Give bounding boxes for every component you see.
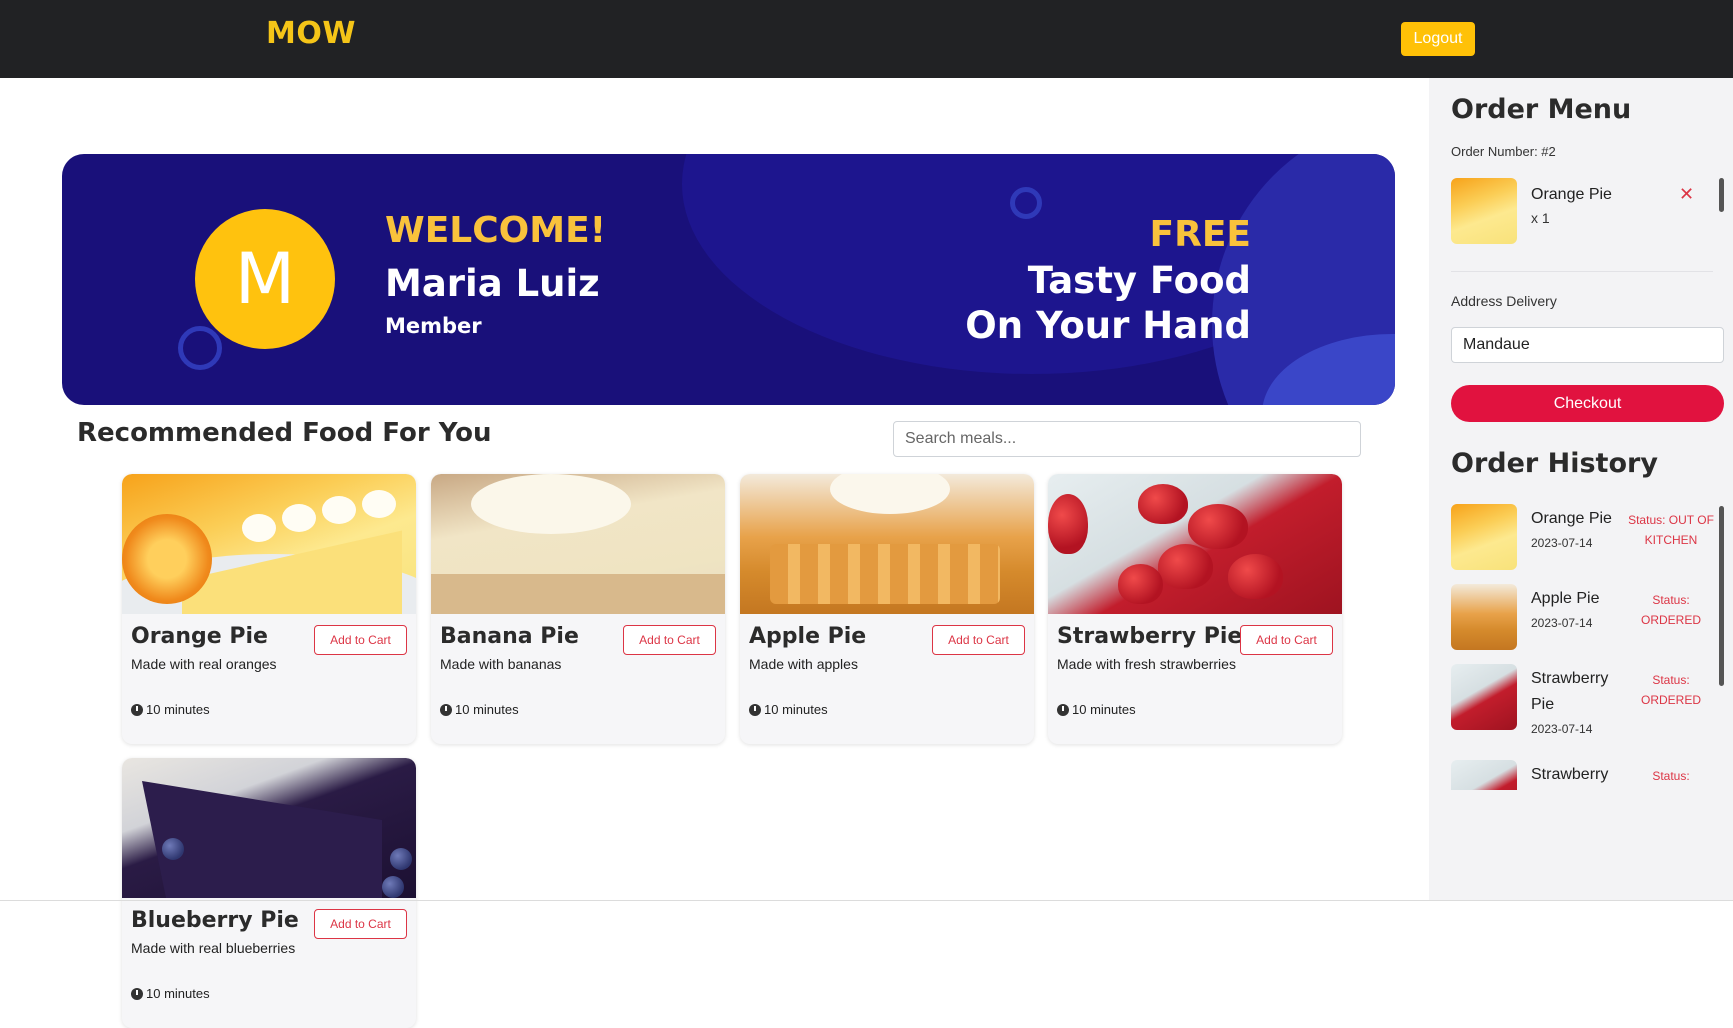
address-label: Address Delivery [1451, 293, 1557, 309]
clock-icon [749, 703, 761, 716]
prep-time: 10 minutes [1057, 702, 1136, 717]
blueberry-pie-image [122, 758, 416, 898]
history-item: Apple Pie 2023-07-14 Status: ORDERED [1451, 584, 1713, 656]
promo-text: Tasty Food On Your Hand [965, 258, 1251, 348]
divider [1451, 271, 1713, 272]
cart-item-quantity: x 1 [1531, 210, 1550, 226]
history-item-thumbnail [1451, 760, 1517, 790]
history-item-status: Status: ORDERED [1640, 673, 1701, 707]
user-name: Maria Luiz [385, 262, 600, 305]
food-description: Made with real oranges [131, 656, 277, 672]
order-menu-title: Order Menu [1451, 94, 1632, 125]
order-sidebar: Order Menu Order Number: #2 Orange Pie x… [1429, 78, 1733, 900]
add-to-cart-button[interactable]: Add to Cart [1240, 625, 1333, 655]
logout-button[interactable]: Logout [1401, 22, 1475, 56]
add-to-cart-button[interactable]: Add to Cart [932, 625, 1025, 655]
order-history-title: Order History [1451, 448, 1658, 479]
add-to-cart-button[interactable]: Add to Cart [623, 625, 716, 655]
prep-time-text: 10 minutes [146, 702, 210, 717]
clock-icon [440, 703, 452, 716]
prep-time: 10 minutes [440, 702, 519, 717]
checkout-button[interactable]: Checkout [1451, 385, 1724, 422]
cart-item: Orange Pie x 1 ✕ [1451, 178, 1713, 248]
history-item: Strawberry Pie 2023-07-14 Status: ORDERE… [1451, 664, 1713, 744]
section-title: Recommended Food For You [77, 418, 492, 448]
food-card-blueberry-pie: Blueberry Pie Add to Cart Made with real… [122, 758, 416, 1028]
food-name: Orange Pie [131, 624, 268, 649]
history-item-date: 2023-07-14 [1531, 536, 1593, 550]
food-card-strawberry-pie: Strawberry Pie Add to Cart Made with fre… [1048, 474, 1342, 744]
order-number: Order Number: #2 [1451, 144, 1556, 159]
history-item-status: Status: [1652, 769, 1690, 783]
history-item-name: Orange Pie [1531, 510, 1612, 527]
history-item-thumbnail [1451, 584, 1517, 650]
clock-icon [1057, 703, 1069, 716]
food-description: Made with fresh strawberries [1057, 656, 1236, 672]
food-description: Made with apples [749, 656, 858, 672]
avatar: M [195, 209, 335, 349]
strawberry-pie-image [1048, 474, 1342, 614]
food-name: Banana Pie [440, 624, 579, 649]
prep-time-text: 10 minutes [146, 986, 210, 1001]
address-field[interactable] [1451, 327, 1724, 363]
food-name: Strawberry Pie [1057, 624, 1243, 649]
history-item: Orange Pie 2023-07-14 Status: OUT OF KIT… [1451, 504, 1714, 576]
prep-time-text: 10 minutes [1072, 702, 1136, 717]
food-card-banana-pie: Banana Pie Add to Cart Made with bananas… [431, 474, 725, 744]
promo-line: Tasty Food [1027, 259, 1251, 302]
prep-time: 10 minutes [131, 702, 210, 717]
history-item: Strawberry Status: [1451, 760, 1713, 790]
history-item-name: Strawberry [1531, 766, 1609, 783]
top-navbar: MOW Logout [0, 0, 1733, 78]
history-item-status: Status: OUT OF KITCHEN [1628, 513, 1714, 547]
clock-icon [131, 987, 143, 1000]
prep-time: 10 minutes [749, 702, 828, 717]
history-scrollbar[interactable] [1719, 506, 1724, 686]
promo-line: On Your Hand [965, 304, 1251, 347]
welcome-banner: M WELCOME! Maria Luiz Member FREE Tasty … [62, 154, 1395, 405]
history-item-name: Strawberry Pie [1531, 670, 1609, 713]
divider [0, 900, 1733, 901]
ring-decoration [178, 326, 222, 370]
history-item-thumbnail [1451, 504, 1517, 570]
orange-pie-image [122, 474, 416, 614]
food-description: Made with real blueberries [131, 940, 296, 956]
user-role: Member [385, 314, 482, 338]
search-input[interactable] [893, 421, 1361, 457]
banana-pie-image [431, 474, 725, 614]
cart-item-thumbnail [1451, 178, 1517, 244]
food-card-orange-pie: Orange Pie Add to Cart Made with real or… [122, 474, 416, 744]
history-item-thumbnail [1451, 664, 1517, 730]
history-item-status: Status: ORDERED [1640, 593, 1701, 627]
clock-icon [131, 703, 143, 716]
history-item-date: 2023-07-14 [1531, 616, 1593, 630]
food-card-apple-pie: Apple Pie Add to Cart Made with apples 1… [740, 474, 1034, 744]
food-name: Apple Pie [749, 624, 867, 649]
ring-decoration [1010, 187, 1042, 219]
brand-logo[interactable]: MOW [266, 16, 356, 51]
food-description: Made with bananas [440, 656, 562, 672]
prep-time-text: 10 minutes [455, 702, 519, 717]
add-to-cart-button[interactable]: Add to Cart [314, 625, 407, 655]
history-item-name: Apple Pie [1531, 590, 1600, 607]
add-to-cart-button[interactable]: Add to Cart [314, 909, 407, 939]
order-history-list: Orange Pie 2023-07-14 Status: OUT OF KIT… [1451, 504, 1721, 790]
apple-pie-image [740, 474, 1034, 614]
prep-time: 10 minutes [131, 986, 210, 1001]
welcome-text: WELCOME! [385, 210, 607, 251]
food-name: Blueberry Pie [131, 908, 299, 933]
history-item-date: 2023-07-14 [1531, 722, 1593, 736]
remove-item-icon[interactable]: ✕ [1679, 184, 1694, 205]
cart-item-name: Orange Pie [1531, 186, 1612, 203]
prep-time-text: 10 minutes [764, 702, 828, 717]
promo-tag: FREE [1149, 214, 1252, 255]
cart-scrollbar[interactable] [1719, 178, 1724, 212]
